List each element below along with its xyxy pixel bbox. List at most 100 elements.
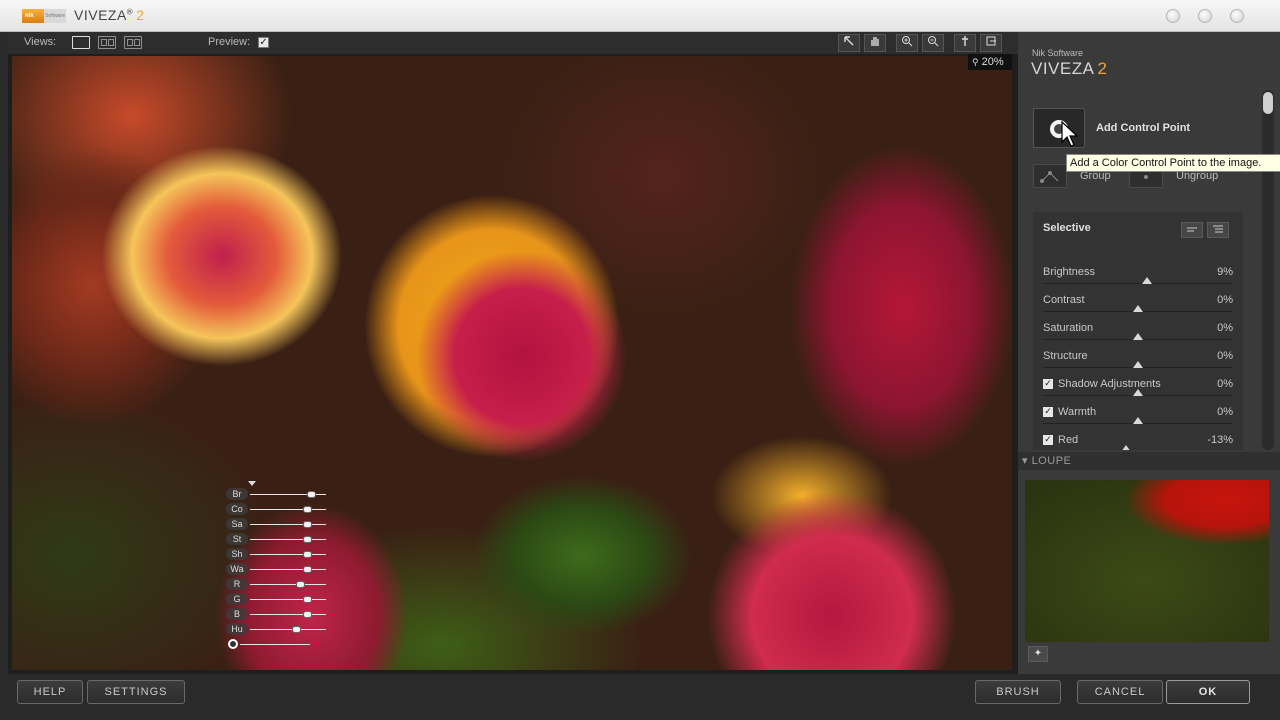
cp-slider-row[interactable]: Co xyxy=(226,503,336,517)
cp-slider-track[interactable] xyxy=(250,554,326,555)
scrollbar-thumb[interactable] xyxy=(1263,92,1273,114)
adjustment-checkbox[interactable]: ✓ xyxy=(1043,407,1053,417)
cp-slider-knob[interactable] xyxy=(303,506,312,513)
preview-label: Preview: xyxy=(208,36,251,48)
adjustment-checkbox[interactable]: ✓ xyxy=(1043,435,1053,445)
settings-button[interactable]: SETTINGS xyxy=(87,680,185,704)
view-single-button[interactable] xyxy=(72,36,90,49)
cp-slider-track[interactable] xyxy=(250,509,326,510)
select-icon[interactable] xyxy=(838,34,860,52)
eyedropper-icon[interactable] xyxy=(954,34,976,52)
adjustment-slider-knob[interactable] xyxy=(1133,305,1143,312)
cp-slider-knob[interactable] xyxy=(303,566,312,573)
adjustment-value: -13% xyxy=(1207,434,1233,446)
zoom-out-icon[interactable] xyxy=(922,34,944,52)
panel-scrollbar[interactable] xyxy=(1262,90,1274,450)
cp-slider-label: Sa xyxy=(226,518,248,530)
adjustment-value: 0% xyxy=(1217,406,1233,418)
cp-slider-row[interactable]: Wa xyxy=(226,563,336,577)
cp-slider-track[interactable] xyxy=(250,599,326,600)
hand-icon[interactable] xyxy=(864,34,886,52)
adjustment-slider-knob[interactable] xyxy=(1133,417,1143,424)
adjustment-value: 0% xyxy=(1217,378,1233,390)
control-panel: Nik Software VIVEZA 2 Add Control Point A… xyxy=(1018,32,1280,674)
export-icon[interactable] xyxy=(980,34,1002,52)
cp-slider-label: Sh xyxy=(226,548,248,560)
adjustment-slider-knob[interactable] xyxy=(1141,277,1152,284)
cp-slider-track[interactable] xyxy=(250,524,326,525)
loupe-header[interactable]: ▾ LOUPE xyxy=(1018,452,1280,470)
cp-slider-track[interactable] xyxy=(250,569,326,570)
control-point[interactable]: Br Co Sa St Sh Wa R G B Hu xyxy=(226,481,336,658)
help-button[interactable]: HELP xyxy=(17,680,83,704)
image-preview[interactable]: Br Co Sa St Sh Wa R G B Hu xyxy=(12,56,1012,670)
adjustment-row: ✓ Shadow Adjustments 0% xyxy=(1033,378,1243,406)
cp-slider-label: Wa xyxy=(226,563,248,575)
view-split-button[interactable] xyxy=(98,36,116,49)
cp-slider-knob[interactable] xyxy=(303,551,312,558)
adjustment-slider-track[interactable] xyxy=(1043,283,1233,284)
cp-slider-row[interactable]: St xyxy=(226,533,336,547)
views-label: Views: xyxy=(24,36,57,48)
adjustment-value: 0% xyxy=(1217,322,1233,334)
cp-slider-knob[interactable] xyxy=(306,491,316,498)
cp-slider-label: Hu xyxy=(226,623,248,635)
cp-slider-label: R xyxy=(226,578,248,590)
adjustment-row: ✓ Red -13% xyxy=(1033,434,1243,450)
adjustment-slider-knob[interactable] xyxy=(1133,333,1143,340)
brush-button[interactable]: BRUSH xyxy=(975,680,1061,704)
selective-section: Selective Brightness 9% Contrast 0% Saturati… xyxy=(1033,212,1243,450)
pin-icon[interactable]: ✦ xyxy=(1028,646,1048,662)
expand-arrow-icon[interactable] xyxy=(248,481,256,486)
cp-slider-knob[interactable] xyxy=(303,596,312,603)
adjustment-row: Saturation 0% xyxy=(1033,322,1243,350)
maximize-button[interactable] xyxy=(1198,9,1212,23)
workspace: Views: Preview: ✓ Br Co Sa St Sh Wa R G … xyxy=(8,32,1018,674)
adjustment-label: Contrast xyxy=(1043,294,1085,306)
cp-slider-row[interactable]: Sh xyxy=(226,548,336,562)
control-point-size-slider[interactable] xyxy=(240,644,310,645)
tooltip: Add a Color Control Point to the image. xyxy=(1066,154,1280,172)
adjustment-slider-knob[interactable] xyxy=(1133,361,1143,368)
selective-title: Selective xyxy=(1043,222,1091,234)
cp-slider-label: St xyxy=(226,533,248,545)
cp-slider-knob[interactable] xyxy=(303,611,312,618)
control-point-center[interactable] xyxy=(228,639,238,649)
collapse-list-icon[interactable] xyxy=(1181,222,1203,238)
adjustment-row: Structure 0% xyxy=(1033,350,1243,378)
minimize-button[interactable] xyxy=(1166,9,1180,23)
cp-slider-track[interactable] xyxy=(250,539,326,540)
cp-slider-knob[interactable] xyxy=(291,626,301,633)
adjustment-label: Structure xyxy=(1043,350,1088,362)
bottom-bar: HELP SETTINGS BRUSH CANCEL OK xyxy=(0,674,1280,720)
adjustment-slider-knob[interactable] xyxy=(1133,389,1143,396)
cp-slider-track[interactable] xyxy=(250,584,326,585)
expand-list-icon[interactable] xyxy=(1207,222,1229,238)
cp-slider-label: B xyxy=(226,608,248,620)
adjustment-slider-knob[interactable] xyxy=(1120,445,1131,450)
preview-checkbox[interactable]: ✓ xyxy=(258,37,269,48)
adjustment-checkbox[interactable]: ✓ xyxy=(1043,379,1053,389)
view-side-by-side-button[interactable] xyxy=(124,36,142,49)
cp-slider-track[interactable] xyxy=(250,629,326,630)
nik-logo: nik Software xyxy=(22,9,66,23)
adjustment-value: 0% xyxy=(1217,294,1233,306)
cp-slider-row[interactable]: Hu xyxy=(226,623,336,637)
cp-slider-label: Co xyxy=(226,503,248,515)
adjustment-label: Brightness xyxy=(1043,266,1095,278)
cancel-button[interactable]: CANCEL xyxy=(1077,680,1163,704)
cp-slider-row[interactable]: Sa xyxy=(226,518,336,532)
cp-slider-row[interactable]: Br xyxy=(226,488,336,502)
cp-slider-knob[interactable] xyxy=(296,581,306,588)
group-button[interactable] xyxy=(1033,164,1067,188)
cp-slider-knob[interactable] xyxy=(303,536,312,543)
zoom-in-icon[interactable] xyxy=(896,34,918,52)
ok-button[interactable]: OK xyxy=(1166,680,1250,704)
cp-slider-track[interactable] xyxy=(250,614,326,615)
cp-slider-row[interactable]: B xyxy=(226,608,336,622)
cp-slider-row[interactable]: R xyxy=(226,578,336,592)
close-button[interactable] xyxy=(1230,9,1244,23)
cp-slider-knob[interactable] xyxy=(303,521,312,528)
cp-slider-row[interactable]: G xyxy=(226,593,336,607)
adjustment-value: 0% xyxy=(1217,350,1233,362)
